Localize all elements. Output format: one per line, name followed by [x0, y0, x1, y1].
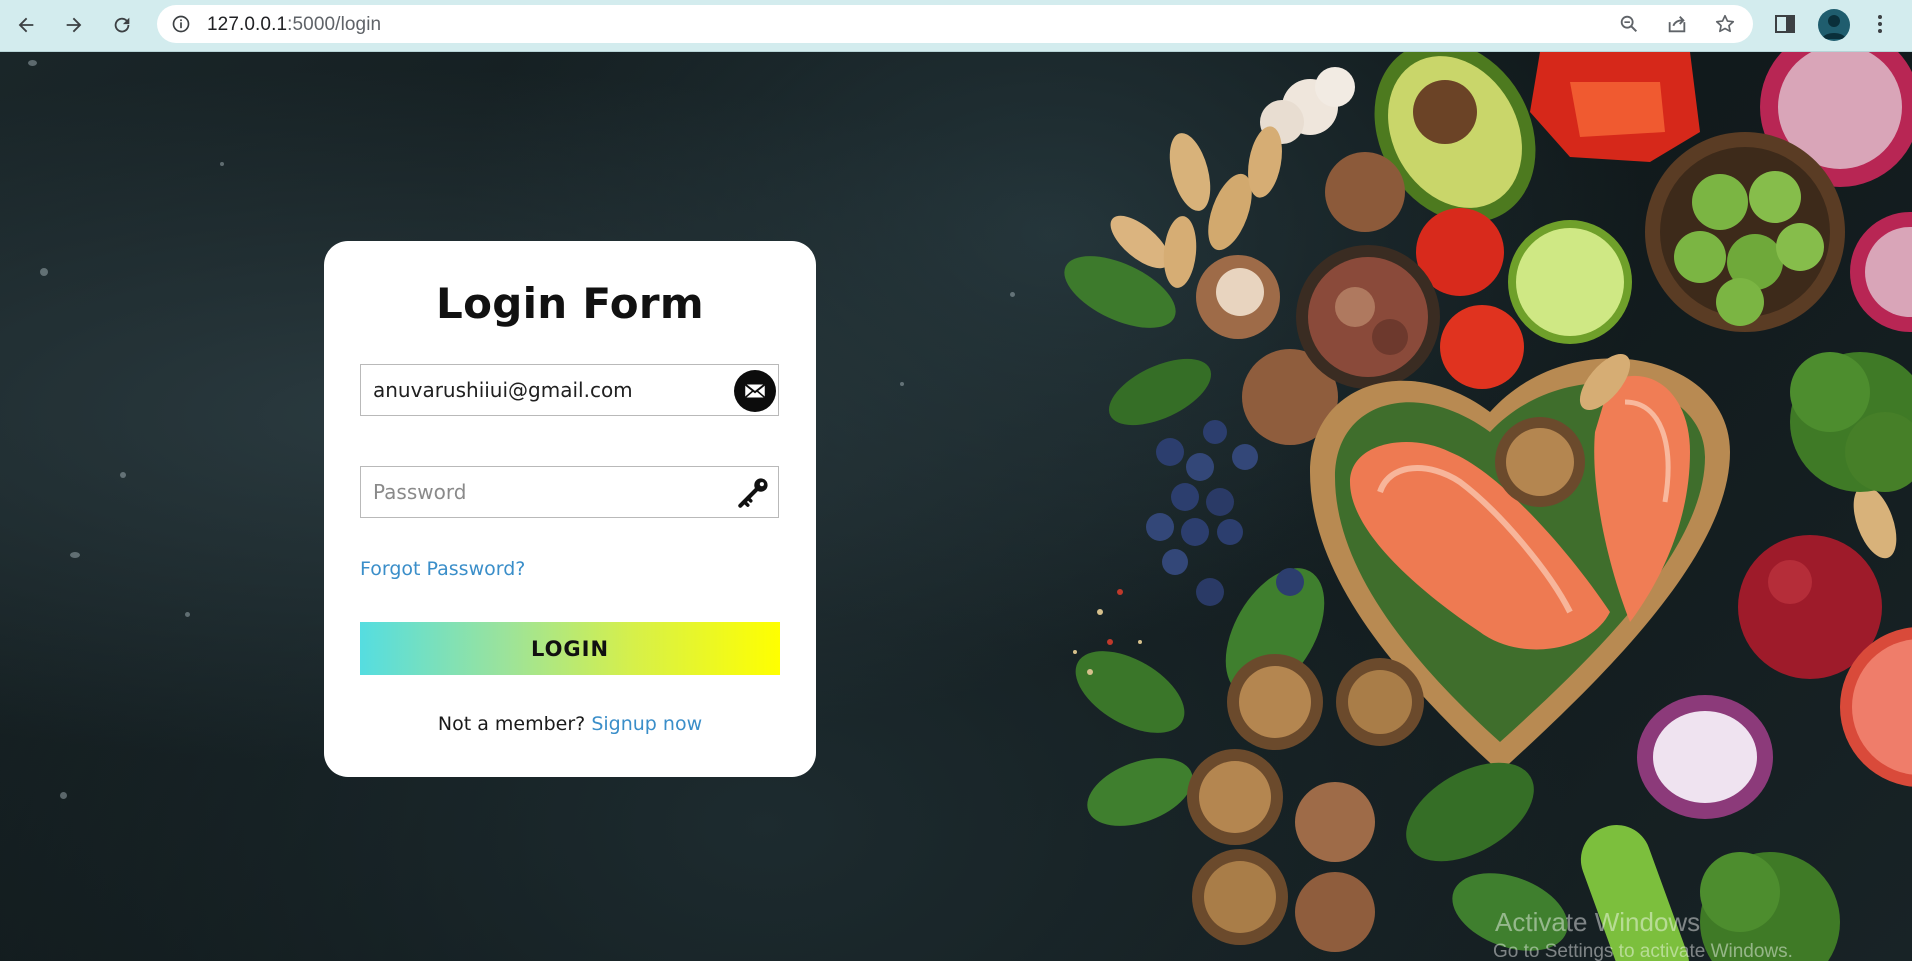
envelope-icon [734, 370, 776, 412]
profile-avatar[interactable] [1818, 9, 1850, 41]
background-speck [120, 472, 126, 478]
back-button[interactable] [10, 9, 42, 41]
password-input[interactable] [373, 467, 718, 517]
windows-activation-watermark: Activate Windows Go to Settings to activ… [1493, 907, 1793, 961]
background-speck [185, 612, 190, 617]
key-icon [738, 478, 768, 508]
background-speck [900, 382, 904, 386]
address-bar[interactable]: 127.0.0.1:5000/login [157, 5, 1753, 43]
site-info-icon[interactable] [171, 14, 191, 34]
email-field[interactable] [360, 364, 779, 416]
zoom-icon[interactable] [1618, 13, 1640, 35]
watermark-title: Activate Windows [1495, 907, 1701, 937]
password-field[interactable] [360, 466, 779, 518]
background-speck [60, 792, 67, 799]
background-speck [28, 60, 37, 66]
background-speck [40, 268, 48, 276]
page-title: Login Form [436, 279, 704, 328]
login-button[interactable]: LOGIN [360, 622, 780, 675]
side-panel-icon[interactable] [1773, 12, 1797, 36]
kebab-menu-icon[interactable] [1868, 12, 1892, 36]
url-path: :5000/login [287, 14, 382, 35]
url-text[interactable]: 127.0.0.1:5000/login [207, 14, 381, 36]
background-speck [70, 552, 80, 558]
signup-link[interactable]: Signup now [591, 713, 702, 735]
share-icon[interactable] [1666, 13, 1688, 35]
background-speck [1010, 292, 1015, 297]
url-host: 127.0.0.1 [207, 14, 288, 35]
login-card: Login Form Forgot Password? LOGIN [324, 241, 816, 777]
background-speck [220, 162, 224, 166]
healthy-food-image [1064, 52, 1912, 961]
signup-row: Not a member? Signup now [324, 713, 816, 735]
forward-icon [66, 17, 82, 33]
watermark-subtitle: Go to Settings to activate Windows. [1493, 941, 1793, 961]
browser-toolbar: 127.0.0.1:5000/login [0, 0, 1912, 52]
signup-prompt: Not a member? [437, 713, 586, 735]
forward-button[interactable] [58, 9, 90, 41]
login-page-background: Activate Windows Go to Settings to activ… [0, 52, 1912, 961]
email-input[interactable] [373, 365, 718, 415]
back-icon [18, 17, 34, 33]
reload-button[interactable] [106, 9, 138, 41]
forgot-password-link[interactable]: Forgot Password? [360, 558, 525, 580]
person-icon [1822, 15, 1846, 39]
reload-icon [114, 17, 130, 33]
bookmark-star-icon[interactable] [1714, 13, 1736, 35]
